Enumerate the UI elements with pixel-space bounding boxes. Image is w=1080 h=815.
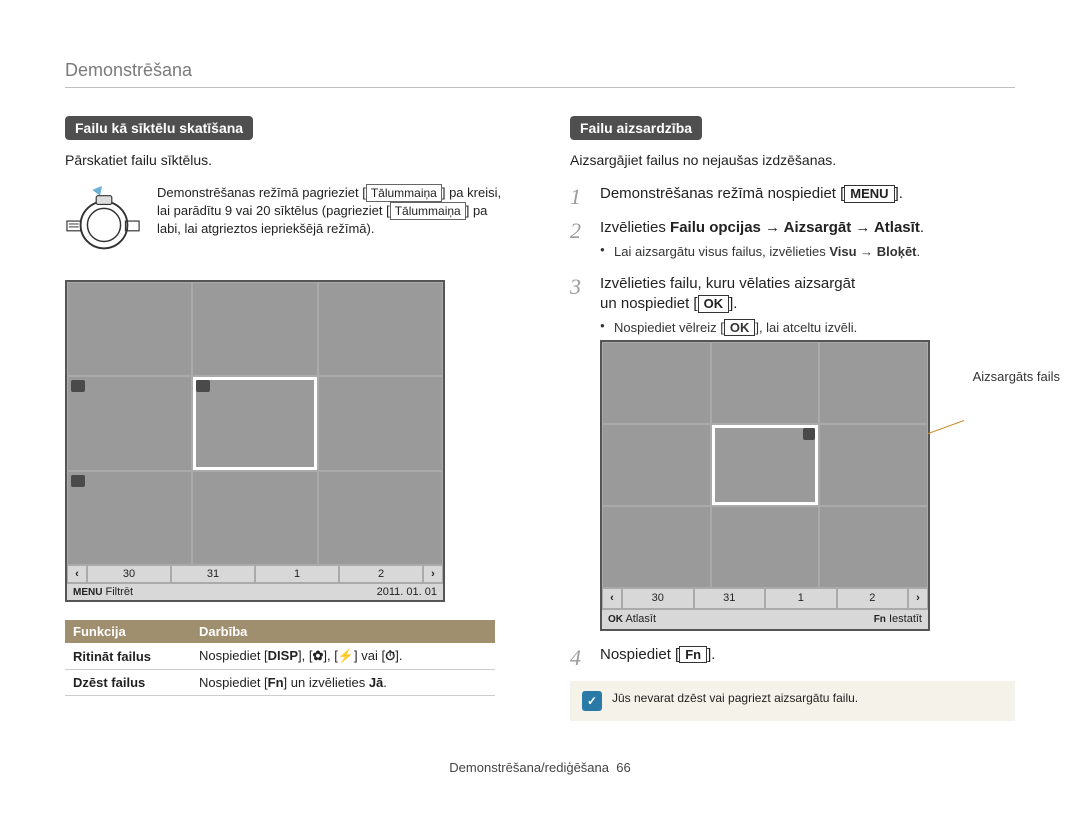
cell-action: Nospiediet [Fn] un izvēlieties Jā. bbox=[191, 670, 495, 696]
menu-button-label: MENU bbox=[844, 185, 894, 203]
table-row: Dzēst failus Nospiediet [Fn] un izvēliet… bbox=[65, 670, 495, 696]
grid-date-tabs: ‹ 30 31 1 2 › bbox=[602, 588, 928, 609]
thumb-cell-selected bbox=[711, 424, 820, 506]
thumb-cell bbox=[819, 424, 928, 506]
step-4: Nospiediet [Fn]. bbox=[570, 645, 1015, 665]
right-column: Failu aizsardzība Aizsargājiet failus no… bbox=[570, 116, 1015, 721]
thumb-cell bbox=[819, 342, 928, 424]
tabs-right-arrow-icon: › bbox=[908, 588, 928, 609]
grid-tab: 31 bbox=[694, 588, 766, 609]
left-section-sub: Pārskatiet failu sīktēlus. bbox=[65, 152, 510, 168]
table-row: Ritināt failus Nospiediet [DISP], [✿], [… bbox=[65, 643, 495, 670]
thumb-cell bbox=[192, 471, 317, 565]
thumb-cell bbox=[711, 342, 820, 424]
thumb-cell bbox=[711, 506, 820, 588]
left-section-title: Failu kā sīktēlu skatīšana bbox=[65, 116, 253, 140]
thumb-cell bbox=[602, 506, 711, 588]
th-action: Darbība bbox=[191, 620, 495, 643]
grid-tab: 1 bbox=[765, 588, 837, 609]
note-box: ✓ Jūs nevarat dzēst vai pagriezt aizsarg… bbox=[570, 681, 1015, 721]
thumb-cell-selected bbox=[192, 376, 317, 470]
protected-file-callout: Aizsargāts fails bbox=[973, 368, 1060, 386]
video-badge-icon bbox=[71, 380, 85, 392]
grid-date-tabs: ‹ 30 31 1 2 › bbox=[67, 565, 443, 583]
grid-tab: 2 bbox=[837, 588, 909, 609]
footer-date: 2011. 01. 01 bbox=[377, 586, 437, 598]
lock-icon bbox=[803, 428, 815, 440]
thumb-cell bbox=[192, 282, 317, 376]
footer-filter: Filtrēt bbox=[106, 586, 134, 598]
ok-button-label: OK bbox=[698, 295, 730, 313]
thumb-cell bbox=[67, 282, 192, 376]
step-1: Demonstrēšanas režīmā nospiediet [MENU]. bbox=[570, 184, 1015, 204]
function-table: Funkcija Darbība Ritināt failus Nospiedi… bbox=[65, 620, 495, 696]
ok-tag: OK bbox=[608, 614, 623, 625]
thumb-cell bbox=[67, 376, 192, 470]
thumb-cell bbox=[318, 282, 443, 376]
menu-tag: MENU bbox=[73, 587, 102, 598]
cell-func: Ritināt failus bbox=[65, 643, 191, 670]
grid-footer-bar: OK Atlasīt Fn Iestatīt bbox=[602, 609, 928, 629]
right-section-title: Failu aizsardzība bbox=[570, 116, 702, 140]
grid-tab: 30 bbox=[87, 565, 171, 583]
thumb-cell bbox=[318, 471, 443, 565]
footer-ok-text: Atlasīt bbox=[625, 613, 656, 625]
thumbnail-grid-protected: ‹ 30 31 1 2 › OK Atlasīt Fn Iestatīt bbox=[600, 340, 930, 631]
grid-footer-bar: MENU Filtrēt 2011. 01. 01 bbox=[67, 583, 443, 600]
tabs-left-arrow-icon: ‹ bbox=[67, 565, 87, 583]
step-2: Izvēlieties Failu opcijas → Aizsargāt → … bbox=[570, 218, 1015, 260]
cell-func: Dzēst failus bbox=[65, 670, 191, 696]
grid-tab: 30 bbox=[622, 588, 694, 609]
right-section-sub: Aizsargājiet failus no nejaušas izdzēšan… bbox=[570, 152, 1015, 168]
grid-tab: 1 bbox=[255, 565, 339, 583]
fn-tag: Fn bbox=[874, 614, 886, 625]
th-func: Funkcija bbox=[65, 620, 191, 643]
tabs-right-arrow-icon: › bbox=[423, 565, 443, 583]
zoom-dial-icon bbox=[65, 184, 143, 262]
grid-tab: 2 bbox=[339, 565, 423, 583]
cell-action: Nospiediet [DISP], [✿], [⚡] vai [⏱]. bbox=[191, 643, 495, 670]
fn-button-label: Fn bbox=[679, 646, 707, 664]
step-3-sub: Nospiediet vēlreiz [OK], lai atceltu izv… bbox=[600, 319, 1015, 337]
thumb-cell bbox=[602, 424, 711, 506]
info-icon: ✓ bbox=[582, 691, 602, 711]
video-badge-icon bbox=[71, 475, 85, 487]
note-text: Jūs nevarat dzēst vai pagriezt aizsargāt… bbox=[612, 691, 858, 705]
zoom-instructions: Demonstrēšanas režīmā pagrieziet [Tālumm… bbox=[157, 184, 510, 238]
page-title: Demonstrēšana bbox=[65, 60, 1015, 88]
tabs-left-arrow-icon: ‹ bbox=[602, 588, 622, 609]
thumb-cell bbox=[819, 506, 928, 588]
footer-fn-text: Iestatīt bbox=[889, 613, 922, 625]
thumb-cell bbox=[67, 471, 192, 565]
left-column: Failu kā sīktēlu skatīšana Pārskatiet fa… bbox=[65, 116, 510, 721]
step-2-sub: Lai aizsargātu visus failus, izvēlieties… bbox=[600, 243, 1015, 261]
thumb-cell bbox=[602, 342, 711, 424]
thumbnail-grid: ‹ 30 31 1 2 › MENU Filtrēt 2011. 01. 01 bbox=[65, 280, 445, 602]
thumb-cell bbox=[318, 376, 443, 470]
page-footer: Demonstrēšana/rediģēšana 66 bbox=[0, 760, 1080, 775]
video-badge-icon bbox=[196, 380, 210, 392]
ok-button-label: OK bbox=[724, 319, 756, 337]
grid-tab: 31 bbox=[171, 565, 255, 583]
step-3: Izvēlieties failu, kuru vēlaties aizsarg… bbox=[570, 274, 1015, 631]
